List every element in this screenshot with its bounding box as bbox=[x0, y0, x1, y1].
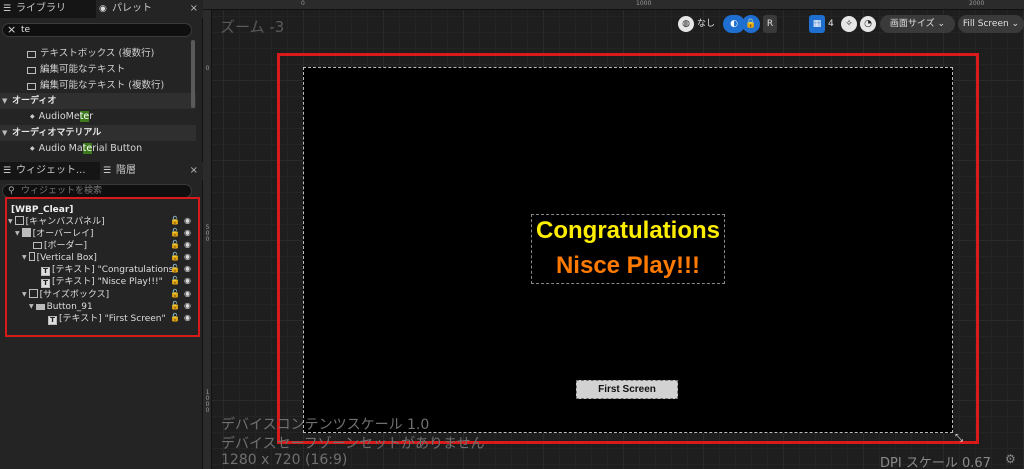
globe-icon[interactable]: ◍ bbox=[678, 16, 694, 32]
palette-row[interactable]: 編集可能なテキスト bbox=[0, 62, 196, 78]
close-icon[interactable]: × bbox=[190, 162, 198, 180]
fill-screen-dropdown[interactable]: Fill Screen ⌄ bbox=[958, 15, 1024, 33]
palette-search-value[interactable]: te bbox=[21, 24, 30, 36]
ruler-top: 0 1000 2000 bbox=[203, 0, 1024, 10]
canvas-highlight-box bbox=[277, 53, 979, 444]
grid-snap-icon[interactable]: ▦ bbox=[809, 15, 825, 33]
textbox-multiline-icon bbox=[27, 51, 36, 58]
localization-preview-label[interactable]: なし bbox=[697, 15, 715, 33]
editable-text-multiline-icon bbox=[27, 83, 36, 90]
left-panel: ☰ ライブラリ ◉ パレット × × te テキストボックス (複数行) 編集可… bbox=[0, 0, 203, 469]
dpi-scale-label: DPI スケール 0.67 bbox=[880, 456, 991, 469]
resize-handle-icon[interactable]: ⤡ bbox=[955, 433, 963, 444]
ruler-tick: 0 bbox=[301, 0, 305, 7]
editable-text-icon bbox=[27, 67, 36, 74]
palette-search-input[interactable]: × te bbox=[2, 23, 192, 37]
ruler-tick: 1000 bbox=[636, 0, 652, 7]
palette-scrollbar[interactable] bbox=[191, 40, 195, 108]
screen-size-dropdown[interactable]: 画面サイズ ⌄ bbox=[880, 15, 955, 33]
clear-search-icon[interactable]: × bbox=[7, 23, 16, 36]
palette-row[interactable]: 編集可能なテキスト (複数行) bbox=[0, 78, 196, 94]
ruler-tick: 1 0 0 0 bbox=[205, 389, 210, 414]
collapse-arrow-icon: ▼ bbox=[2, 129, 8, 137]
tab-hierarchy[interactable]: ☰ 階層 × bbox=[100, 162, 203, 180]
library-icon: ☰ bbox=[3, 4, 12, 14]
ruler-tick: 2000 bbox=[969, 0, 985, 7]
top-tab-bar: ☰ ライブラリ ◉ パレット × bbox=[0, 0, 203, 18]
search-icon: ⚲ bbox=[8, 186, 15, 196]
viewport-toolbar: ◍ なし ◐ 🔒 R ▦ 4 ✧ ◔ 画面サイズ ⌄ Fill Screen ⌄ bbox=[675, 15, 1024, 33]
palette-row[interactable]: テキストボックス (複数行) bbox=[0, 46, 196, 62]
gear-icon[interactable]: ⚙ bbox=[1005, 452, 1016, 466]
category-audio[interactable]: ▼ オーディオ bbox=[0, 93, 196, 109]
grid-size-value[interactable]: 4 bbox=[828, 15, 834, 33]
hierarchy-search-placeholder[interactable]: ウィジェットを検索 bbox=[21, 185, 102, 197]
collapse-arrow-icon: ▼ bbox=[2, 97, 8, 105]
compass-icon[interactable]: ✧ bbox=[841, 16, 857, 32]
hierarchy-search-input[interactable]: ⚲ ウィジェットを検索 bbox=[2, 184, 192, 198]
tab-widget[interactable]: ☰ ウィジェット... bbox=[0, 162, 105, 180]
lock-icon[interactable]: 🔒 bbox=[742, 15, 760, 33]
hierarchy-icon: ☰ bbox=[103, 166, 112, 176]
outline-icon[interactable]: ◔ bbox=[860, 16, 876, 32]
palette-icon: ◉ bbox=[99, 4, 107, 14]
bottom-tab-bar: ☰ ウィジェット... ☰ 階層 × bbox=[0, 162, 203, 180]
respect-locks-button[interactable]: R bbox=[763, 15, 777, 33]
zoom-label: ズーム -3 bbox=[220, 18, 285, 36]
ruler-tick: 5 0 0 bbox=[205, 224, 210, 243]
ruler-tick: 0 bbox=[205, 65, 210, 72]
content-scale-label: デバイスコンテンツスケール 1.0 bbox=[221, 417, 430, 433]
diamond-icon: ◆ bbox=[30, 113, 35, 120]
palette-item-audiometer[interactable]: ◆ AudioMeter bbox=[30, 109, 93, 125]
widget-icon: ☰ bbox=[3, 166, 12, 176]
resolution-label: 1280 x 720 (16:9) bbox=[221, 452, 348, 468]
tab-library[interactable]: ☰ ライブラリ bbox=[0, 0, 95, 18]
ruler-left: 0 5 0 0 1 0 0 0 bbox=[203, 10, 212, 469]
palette-item-audio-material-button[interactable]: ◆ Audio Material Button bbox=[30, 141, 142, 157]
close-icon[interactable]: × bbox=[190, 0, 198, 18]
tab-palette[interactable]: ◉ パレット × bbox=[96, 0, 203, 18]
diamond-icon: ◆ bbox=[30, 145, 35, 152]
safe-zone-label: デバイスセーフゾーンセットがありません bbox=[221, 436, 485, 452]
hierarchy-highlight-box bbox=[5, 197, 200, 337]
category-audio-material[interactable]: ▼ オーディオマテリアル bbox=[0, 125, 196, 141]
